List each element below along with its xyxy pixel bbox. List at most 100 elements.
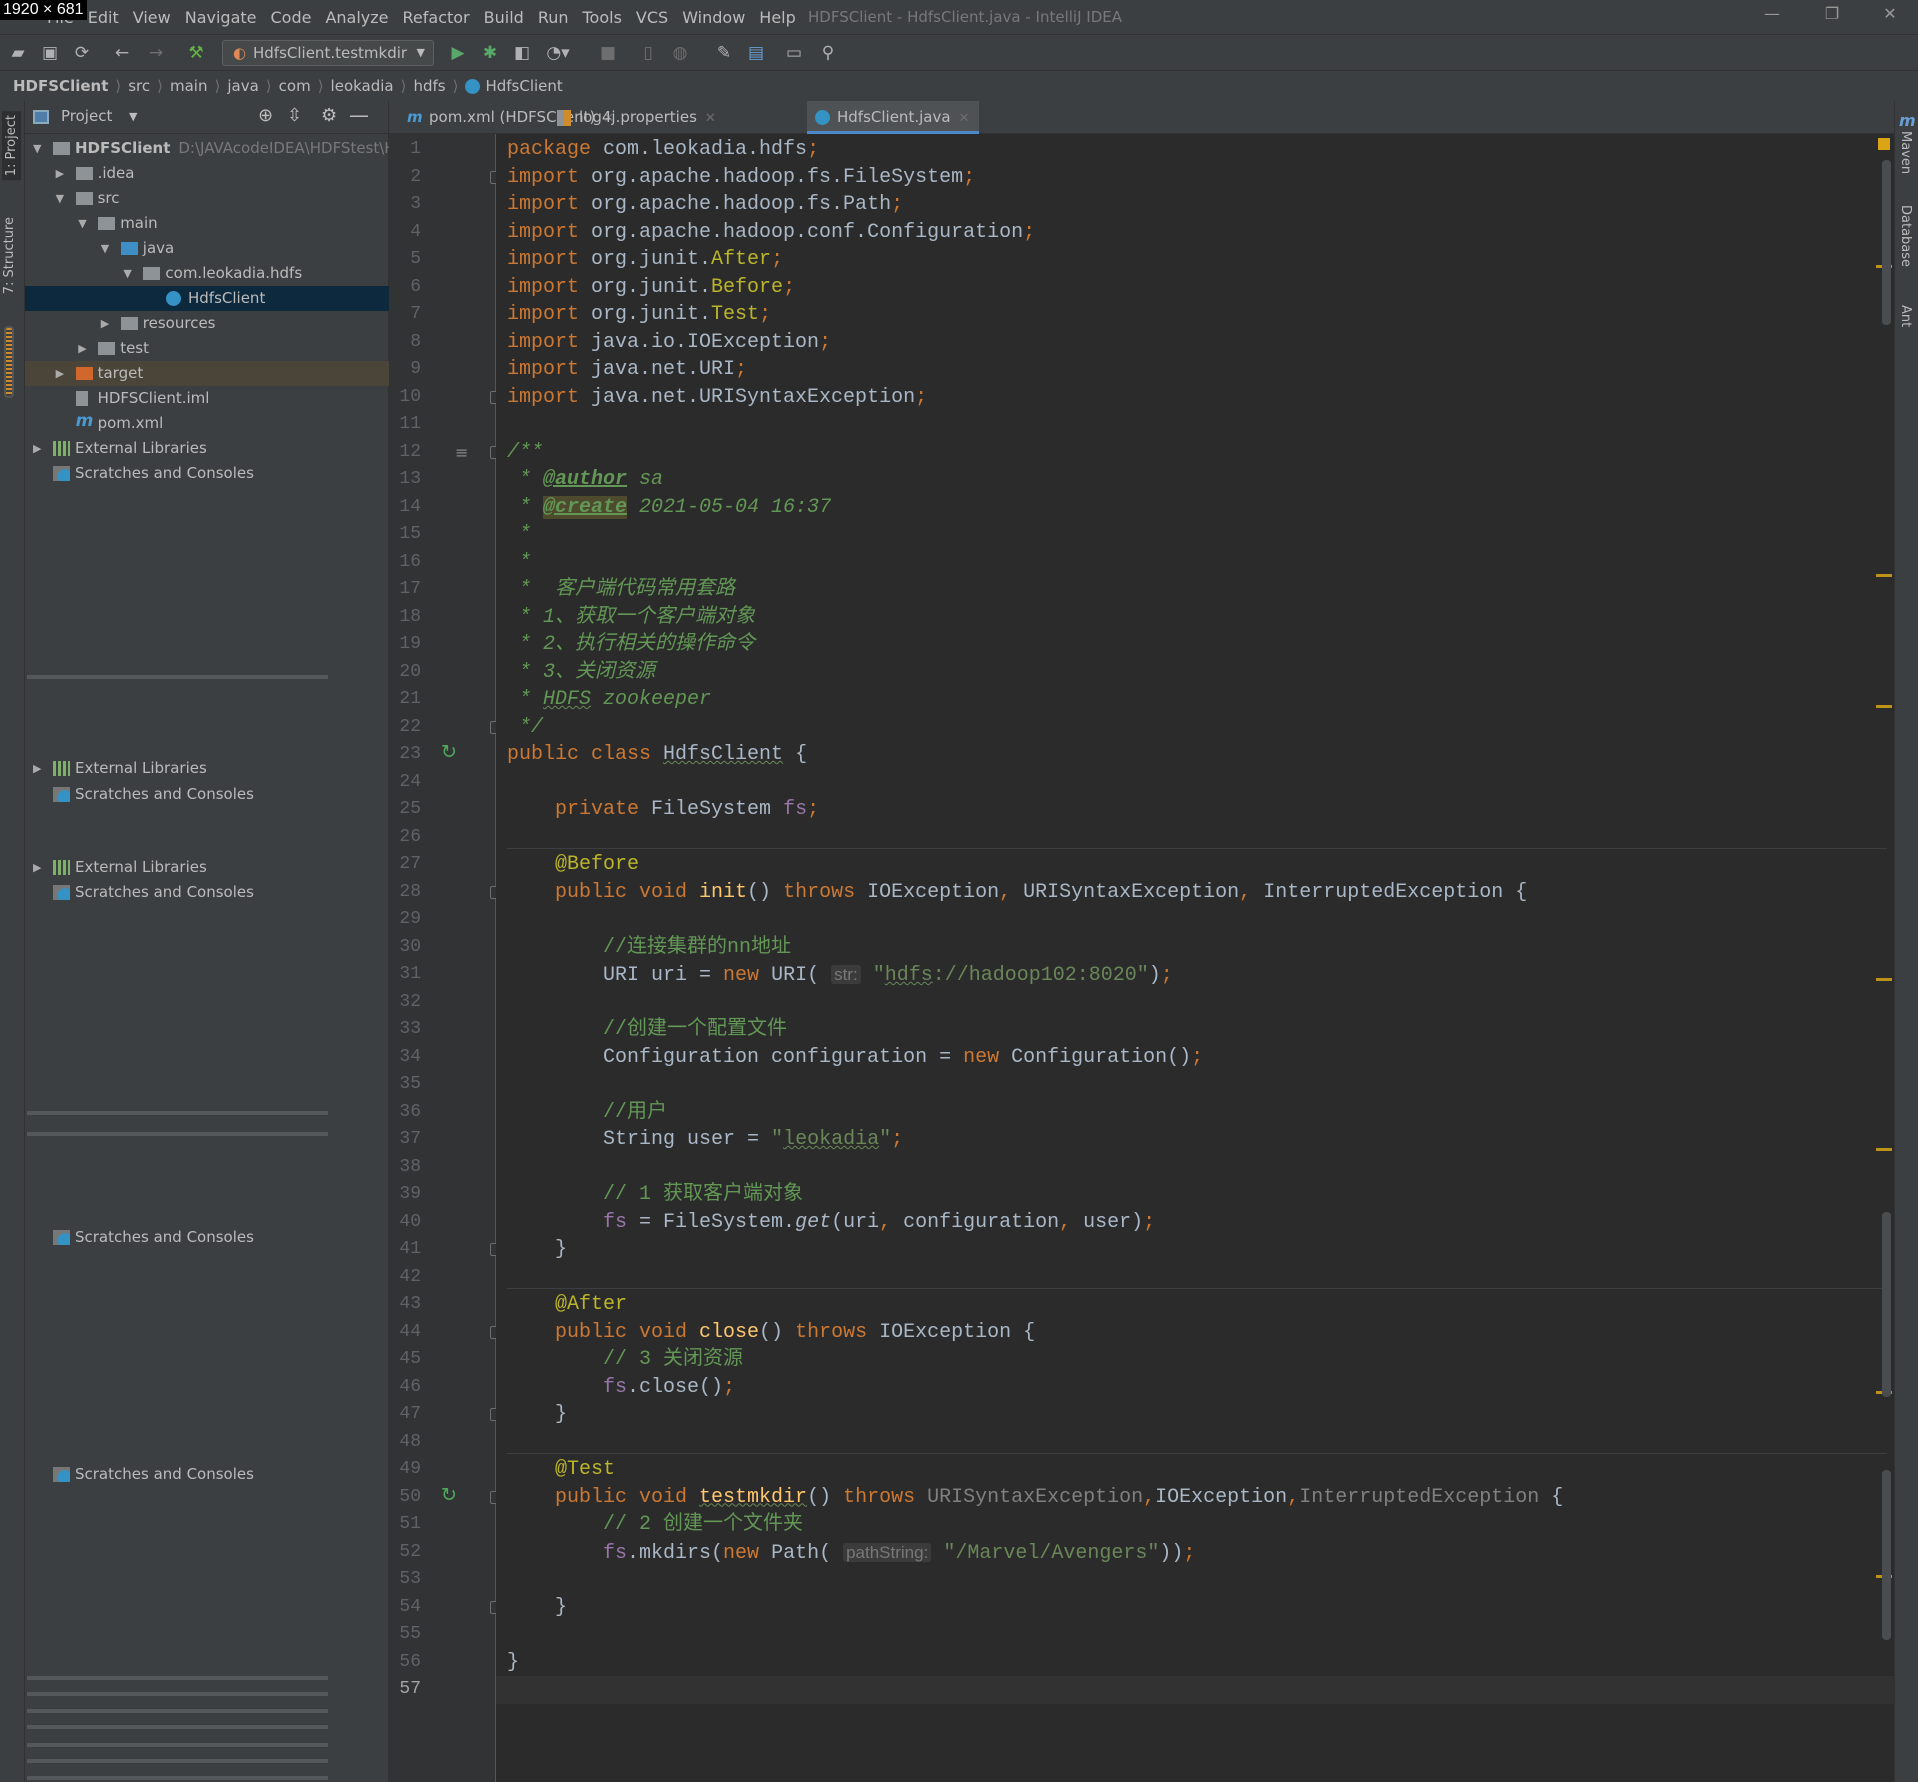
scrollbar-warning-mark[interactable] (1876, 574, 1892, 577)
breadcrumb-item[interactable]: leokadia (331, 77, 394, 95)
chevron-down-icon[interactable]: ▼ (129, 110, 137, 123)
scrollbar-warning-mark[interactable] (1876, 1148, 1892, 1151)
expanded-arrow-icon[interactable]: ▼ (78, 211, 92, 236)
search-icon[interactable]: ⚲ (816, 41, 840, 65)
divider (27, 1725, 328, 1729)
scrollbar-thumb[interactable] (1882, 1212, 1891, 1397)
tree-item[interactable]: HDFSClient.iml (25, 386, 389, 411)
menu-build[interactable]: Build (477, 8, 531, 27)
scrollbar-warning-mark[interactable] (1876, 705, 1892, 708)
open-folder-icon[interactable]: ▰ (6, 41, 30, 65)
device-icon[interactable]: ▯ (636, 41, 660, 65)
collapsed-arrow-icon[interactable]: ▶ (33, 436, 47, 461)
collapsed-arrow-icon[interactable]: ▶ (101, 311, 115, 336)
run-configuration-label: HdfsClient.testmkdir (253, 44, 408, 62)
menu-edit[interactable]: Edit (81, 8, 126, 27)
expanded-arrow-icon[interactable]: ▼ (33, 136, 47, 161)
tree-item[interactable]: m pom.xml (25, 411, 389, 436)
tree-item[interactable]: ▼ HDFSClient D:\JAVAcodeIDEA\HDFStest\HI (25, 136, 389, 161)
tree-item[interactable]: ▼ java (25, 236, 389, 261)
stop-icon[interactable]: ■ (596, 41, 620, 65)
collapsed-arrow-icon[interactable]: ▶ (56, 361, 70, 386)
run-test-gutter-icon[interactable]: ↻ (441, 1484, 457, 1506)
collapse-all-icon[interactable]: ⇳ (287, 105, 302, 126)
run-icon[interactable]: ▶ (446, 41, 470, 65)
coverage-icon[interactable]: ◧ (510, 41, 534, 65)
project-tool-tab[interactable]: 1: Project (2, 111, 21, 181)
scrollbar-warning-mark[interactable] (1876, 978, 1892, 981)
scrollbar-thumb[interactable] (1882, 1470, 1891, 1640)
tree-item[interactable]: ▶ External Libraries (25, 436, 389, 461)
line-number: 19 (399, 634, 421, 654)
breadcrumb-item[interactable]: hdfs (413, 77, 445, 95)
tree-item[interactable]: ▶ .idea (25, 161, 389, 186)
menu-help[interactable]: Help (752, 8, 802, 27)
tab-hdfsclient-java[interactable]: HdfsClient.java ✕ (807, 101, 980, 134)
run-test-gutter-icon[interactable]: ↻ (441, 741, 457, 763)
sync-icon[interactable]: ⟳ (70, 41, 94, 65)
breadcrumb-item[interactable]: HDFSClient (13, 77, 108, 95)
collapsed-arrow-icon[interactable]: ▶ (56, 161, 70, 186)
back-icon[interactable]: ← (110, 41, 134, 65)
tree-item[interactable]: Scratches and Consoles (25, 461, 389, 486)
settings-wrench-icon[interactable]: ✎ (712, 41, 736, 65)
code-token: * (507, 468, 544, 491)
close-tab-icon[interactable]: ✕ (705, 111, 716, 126)
collapsed-arrow-icon[interactable]: ▶ (78, 336, 92, 361)
menu-run[interactable]: Run (531, 8, 576, 27)
scrollbar-thumb[interactable] (1882, 160, 1891, 325)
tree-item[interactable]: ▶ target (25, 361, 389, 386)
code-line: import org.apache.hadoop.conf.Configurat… (507, 219, 1035, 247)
breadcrumb-item[interactable]: java (227, 77, 258, 95)
code-editor[interactable]: package com.leokadia.hdfs; import org.apa… (496, 134, 1894, 1782)
save-icon[interactable]: ▣ (38, 41, 62, 65)
close-tab-icon[interactable]: ✕ (959, 111, 970, 126)
profile-icon[interactable]: ◔▾ (546, 41, 570, 65)
project-structure-icon[interactable]: ▤ (744, 41, 768, 65)
menu-window[interactable]: Window (675, 8, 752, 27)
tree-item[interactable]: ▶ test (25, 336, 389, 361)
close-button[interactable]: ✕ (1870, 4, 1910, 30)
gear-icon[interactable]: ⚙ (321, 105, 337, 126)
menu-analyze[interactable]: Analyze (318, 8, 395, 27)
tree-item[interactable]: ▶ resources (25, 311, 389, 336)
menu-tools[interactable]: Tools (576, 8, 629, 27)
debug-icon[interactable]: ✱ (478, 41, 502, 65)
forward-icon[interactable]: → (144, 41, 168, 65)
menu-navigate[interactable]: Navigate (178, 8, 264, 27)
ant-tool-tab[interactable]: Ant (1898, 305, 1913, 327)
expanded-arrow-icon[interactable]: ▼ (56, 186, 70, 211)
tree-item[interactable]: ▼ com.leokadia.hdfs (25, 261, 389, 286)
structure-tool-tab[interactable]: 7: Structure (2, 217, 17, 294)
expanded-arrow-icon[interactable]: ▼ (101, 236, 115, 261)
menu-code[interactable]: Code (264, 8, 319, 27)
menu-view[interactable]: View (126, 8, 178, 27)
menu-vcs[interactable]: VCS (629, 8, 675, 27)
code-token: Configuration configuration = (507, 1045, 964, 1069)
terminal-icon[interactable]: ▭ (782, 41, 806, 65)
tab-log4j-properties[interactable]: log4j.properties ✕ (549, 101, 726, 134)
maven-tool-tab[interactable]: Maven (1898, 131, 1913, 174)
tree-item[interactable]: ▼ main (25, 211, 389, 236)
code-line: import java.io.IOException; (507, 329, 831, 357)
inspection-warning-icon[interactable] (1878, 138, 1890, 150)
tree-item[interactable]: ▼ src (25, 186, 389, 211)
run-configuration-select[interactable]: ◐ HdfsClient.testmkdir ▼ (222, 40, 434, 66)
hide-panel-icon[interactable]: — (349, 103, 369, 127)
minimize-button[interactable]: — (1752, 4, 1792, 30)
restore-button[interactable]: ❐ (1812, 4, 1852, 30)
expanded-arrow-icon[interactable]: ▼ (123, 261, 137, 286)
breadcrumb-item[interactable]: main (170, 77, 207, 95)
code-token: //创建一个配置文件 (507, 1018, 788, 1041)
scratches-icon (53, 787, 70, 802)
attach-icon[interactable]: ◍ (668, 41, 692, 65)
breadcrumb-item[interactable]: src (128, 77, 150, 95)
build-hammer-icon[interactable]: ⚒ (184, 41, 208, 65)
locate-icon[interactable]: ⊕ (258, 105, 273, 126)
breadcrumb-item[interactable]: HdfsClient (485, 77, 562, 95)
breadcrumb-item[interactable]: com (279, 77, 311, 95)
database-tool-tab[interactable]: Database (1898, 205, 1913, 267)
menu-refactor[interactable]: Refactor (396, 8, 477, 27)
project-view-select[interactable]: Project (61, 107, 112, 125)
tree-item[interactable]: HdfsClient (25, 286, 389, 311)
